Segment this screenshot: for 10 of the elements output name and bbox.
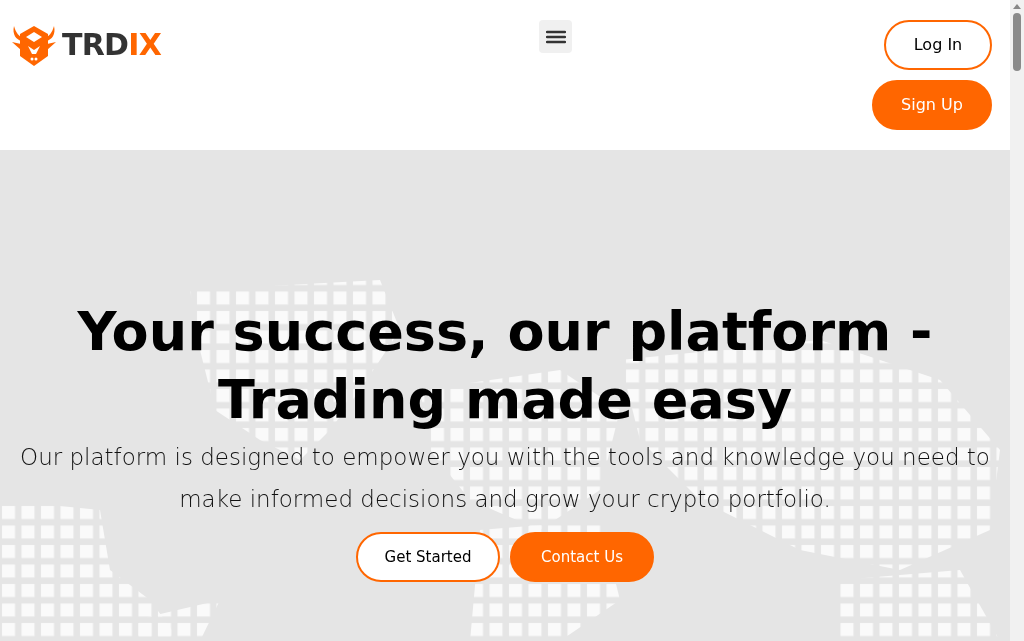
hero-headline: Your success, our platform - Trading made easy [77, 299, 933, 433]
menu-button[interactable] [539, 20, 572, 53]
scrollbar-thumb[interactable] [1013, 13, 1021, 71]
menu-icon [545, 28, 566, 45]
scroll-up-icon [1013, 4, 1021, 9]
logo-wordmark: TRDIX [62, 30, 161, 60]
scrollbar[interactable] [1010, 0, 1024, 641]
outline-button[interactable]: Get Started [356, 532, 500, 582]
hero-subtitle: Our platform is designed to empower you with the tools and knowledge you need to make informed decisions and grow your crypto portfolio. [19, 443, 991, 514]
outline-button[interactable]: Log In [884, 20, 992, 70]
